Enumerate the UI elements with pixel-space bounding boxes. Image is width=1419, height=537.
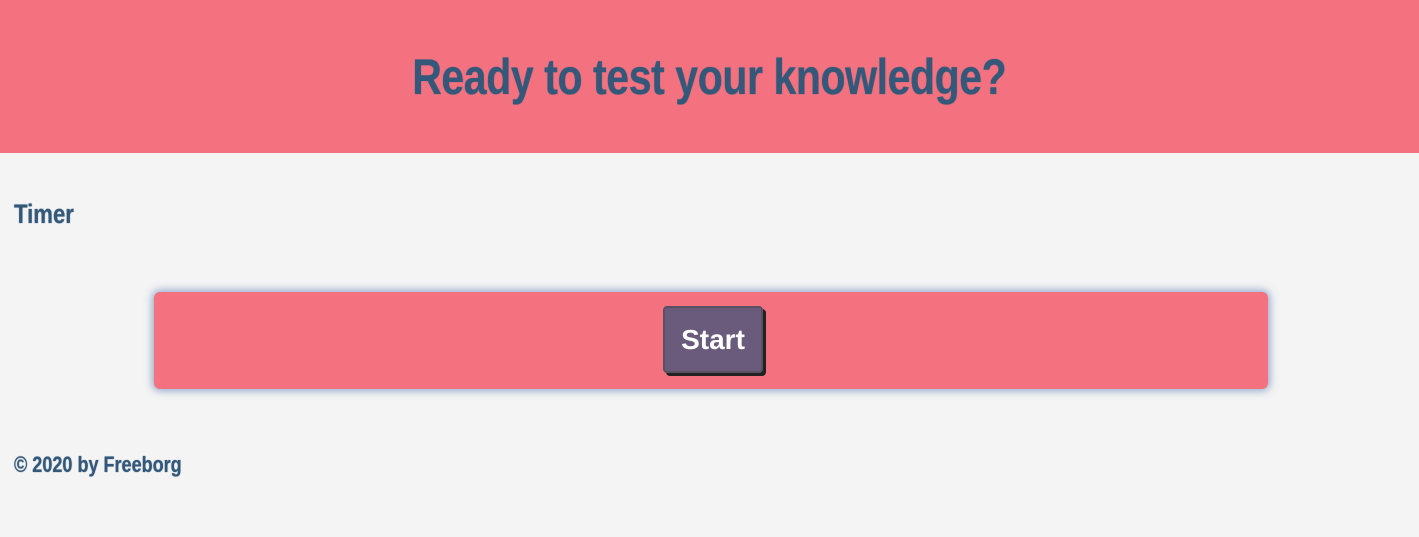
page-title: Ready to test your knowledge? [412,48,1007,105]
page-header: Ready to test your knowledge? [0,0,1419,153]
timer-label: Timer [14,199,74,229]
footer-copyright: © 2020 by Freeborg [14,452,182,477]
start-button[interactable]: Start [663,306,763,373]
quiz-start-card: Start [154,292,1268,389]
